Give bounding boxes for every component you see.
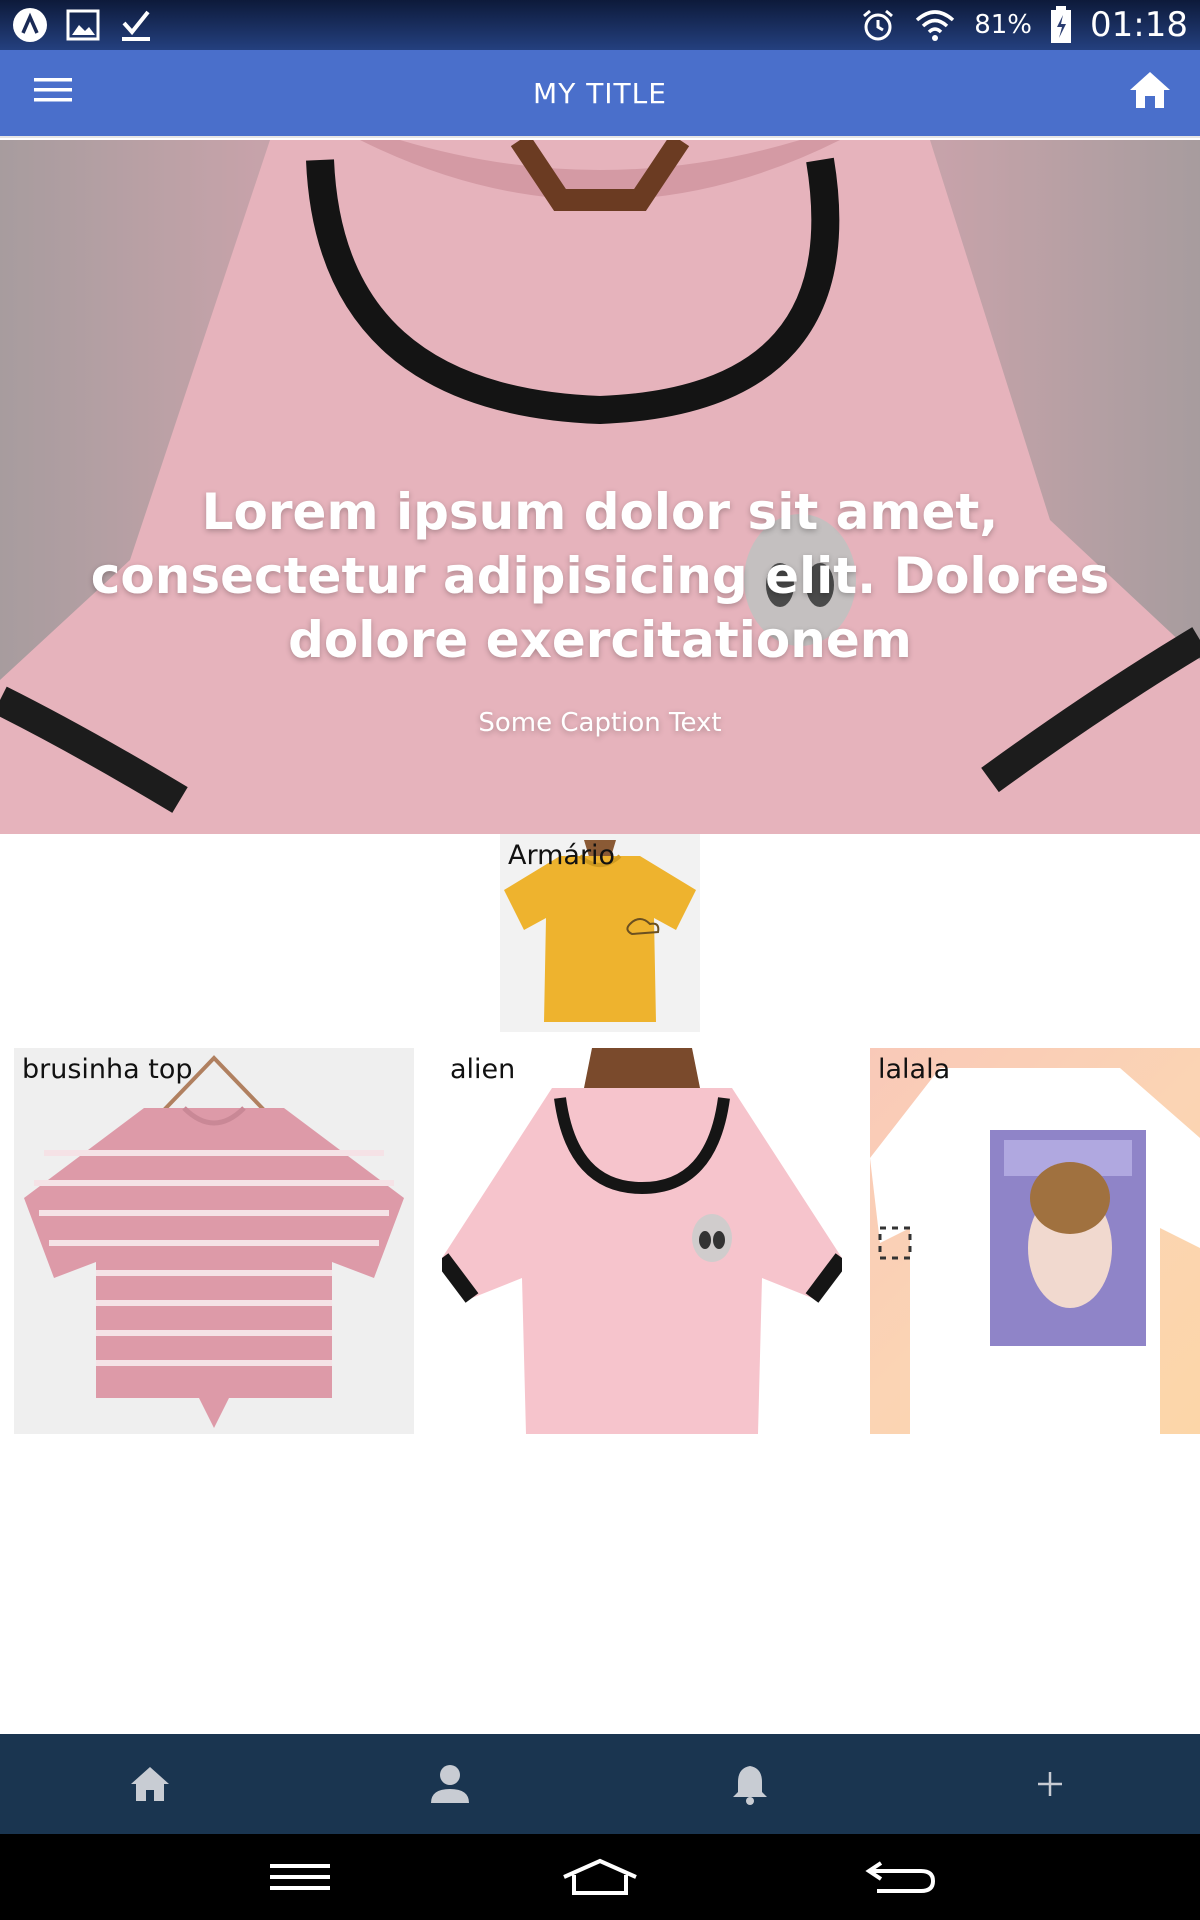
app-bar: MY TITLE: [0, 50, 1200, 138]
product-label: lalala: [878, 1054, 951, 1085]
nav-person-icon[interactable]: [300, 1734, 600, 1834]
alien-tshirt-image: [442, 1048, 842, 1434]
striped-tshirt-image: [24, 1055, 404, 1428]
image-icon: [66, 9, 100, 41]
print-tshirt-image: [870, 1068, 1200, 1434]
download-done-icon: [118, 7, 154, 43]
product-label: alien: [450, 1054, 516, 1085]
app-icon: [12, 7, 48, 43]
nav-plus-icon[interactable]: [900, 1734, 1200, 1834]
menu-icon[interactable]: [32, 68, 76, 112]
system-nav: [0, 1834, 1200, 1920]
nav-bell-icon[interactable]: [600, 1734, 900, 1834]
alarm-icon: [860, 7, 896, 43]
wifi-icon: [914, 8, 956, 42]
app-title: MY TITLE: [533, 76, 667, 110]
home-outline-icon[interactable]: [530, 1847, 670, 1907]
recents-icon[interactable]: [230, 1847, 370, 1907]
featured-card[interactable]: Armário: [500, 834, 700, 1032]
hero-banner[interactable]: Lorem ipsum dolor sit amet, consectetur …: [0, 140, 1200, 834]
nav-home-icon[interactable]: [0, 1734, 300, 1834]
product-card[interactable]: lalala: [870, 1048, 1200, 1434]
product-label: brusinha top: [22, 1054, 193, 1085]
product-card[interactable]: alien: [442, 1048, 842, 1434]
screen: 81% 01:18 MY TITLE Lorem ipsum dolor sit…: [0, 0, 1200, 1920]
product-card[interactable]: brusinha top: [14, 1048, 414, 1434]
hero-caption: Some Caption Text: [478, 708, 722, 738]
home-icon[interactable]: [1124, 64, 1176, 116]
featured-label: Armário: [508, 840, 616, 871]
status-bar: 81% 01:18: [0, 0, 1200, 50]
battery-charging-icon: [1050, 6, 1072, 44]
bottom-nav: [0, 1734, 1200, 1834]
status-time: 01:18: [1090, 5, 1188, 45]
battery-percent: 81%: [974, 10, 1033, 40]
back-icon[interactable]: [830, 1847, 970, 1907]
hero-heading: Lorem ipsum dolor sit amet, consectetur …: [90, 483, 1110, 669]
